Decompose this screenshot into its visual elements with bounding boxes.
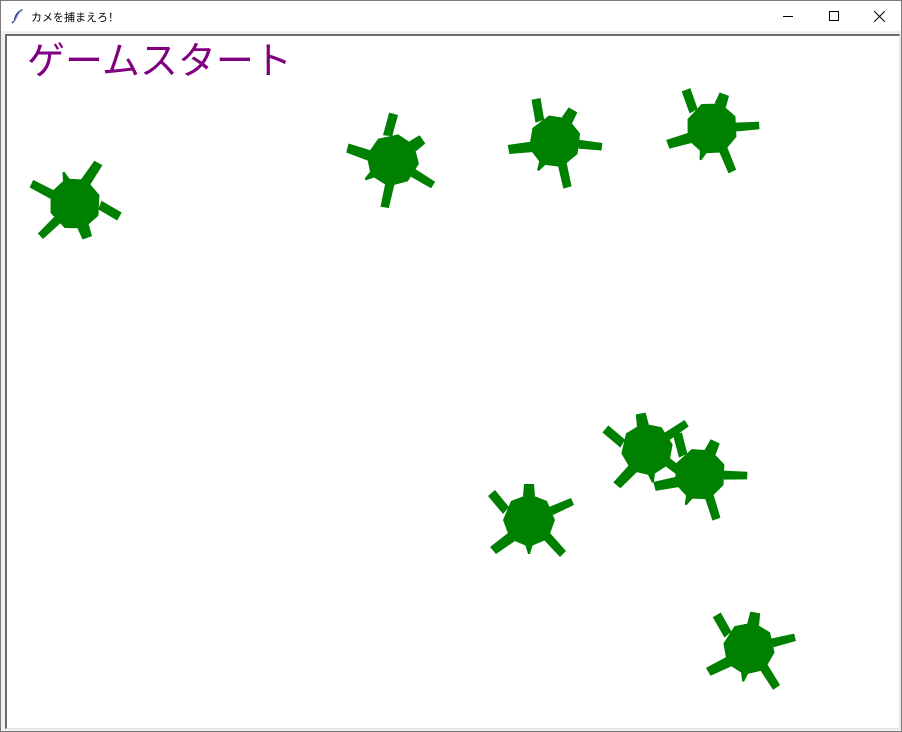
turtle-sprite[interactable]	[487, 73, 624, 210]
game-message: ゲームスタート	[27, 39, 292, 83]
turtle-sprite[interactable]	[691, 590, 807, 706]
turtle-sprite[interactable]	[11, 140, 139, 268]
game-canvas[interactable]: ゲームスタート	[7, 36, 899, 728]
turtle-sprite[interactable]	[648, 64, 776, 192]
close-button[interactable]	[856, 1, 902, 31]
title-bar[interactable]: カメを捕まえろ！	[1, 1, 901, 31]
canvas-frame: ゲームスタート	[5, 34, 900, 729]
maximize-button[interactable]	[811, 1, 857, 31]
feather-icon	[11, 8, 25, 24]
window-title: カメを捕まえろ！	[31, 11, 119, 24]
minimize-button[interactable]	[765, 1, 811, 31]
app-window: カメを捕まえろ！ ゲームスタート	[0, 0, 902, 732]
maximize-icon	[829, 11, 839, 21]
turtle-sprite[interactable]	[323, 90, 462, 229]
close-icon	[873, 10, 885, 22]
turtle-sprite[interactable]	[479, 470, 579, 570]
minimize-icon	[783, 11, 793, 21]
